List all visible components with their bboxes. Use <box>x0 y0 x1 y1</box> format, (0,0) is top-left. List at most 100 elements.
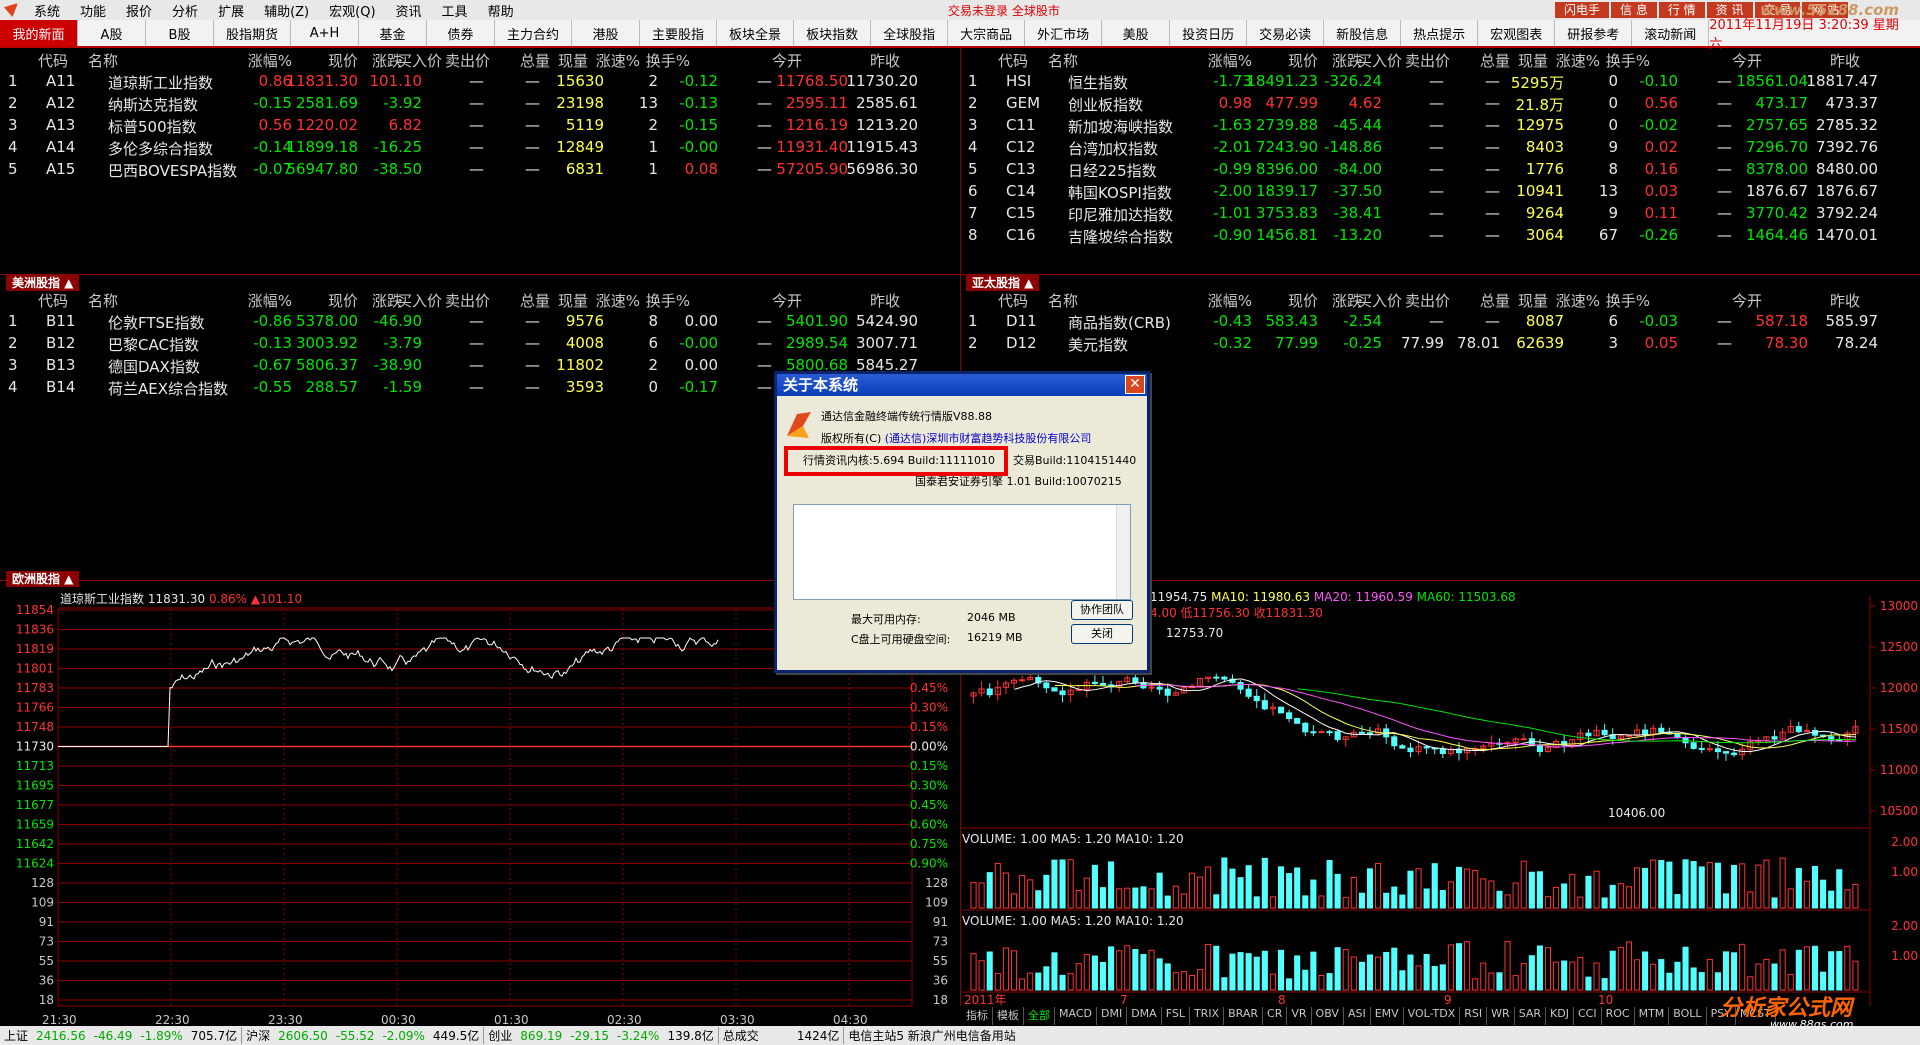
indicator-tab-16[interactable]: WR <box>1487 1007 1515 1025</box>
close-button[interactable]: 关闭 <box>1071 624 1133 644</box>
indicator-tab-9[interactable]: CR <box>1263 1007 1288 1025</box>
tab-21[interactable]: 研报参考 <box>1555 20 1633 46</box>
column-header-1[interactable]: 名称 <box>1048 290 1078 311</box>
column-header-10[interactable]: 换手% <box>1570 290 1650 311</box>
table-row[interactable]: 7 C15 印尼雅加达指数 -1.01 3753.83 -38.41— —9264 9 0.11… <box>960 204 1920 226</box>
menu-item-3[interactable]: 分析 <box>162 1 208 20</box>
server-status[interactable]: 电信主站5 新浪广州电信备用站 <box>844 1027 1019 1044</box>
tool-button-0[interactable]: 闪电手 <box>1555 2 1610 18</box>
tab-12[interactable]: 全球股指 <box>871 20 949 46</box>
tab-17[interactable]: 交易必读 <box>1247 20 1325 46</box>
tool-button-2[interactable]: 行 情 <box>1658 2 1705 18</box>
table-row[interactable]: 2 B12 巴黎CAC指数 -0.13 3003.92 -3.79— —4008 6 -0.00… <box>0 334 960 356</box>
index-name[interactable]: 沪深 <box>242 1027 274 1044</box>
menu-item-2[interactable]: 报价 <box>116 1 162 20</box>
menu-item-0[interactable]: 系统 <box>24 1 70 20</box>
tab-2[interactable]: B股 <box>146 20 214 46</box>
column-header-11[interactable]: 今开 <box>722 50 802 71</box>
column-header-11[interactable]: 今开 <box>1682 50 1762 71</box>
column-header-1[interactable]: 名称 <box>1048 50 1078 71</box>
tab-1[interactable]: A股 <box>78 20 146 46</box>
indicator-tab-19[interactable]: CCI <box>1574 1007 1602 1025</box>
indicator-tab-5[interactable]: DMA <box>1127 1007 1162 1025</box>
menu-item-9[interactable]: 帮助 <box>478 1 524 20</box>
column-header-0[interactable]: 代码 <box>998 50 1028 71</box>
table-row[interactable]: 1 HSI 恒生指数 -1.73 18491.23 -326.24— —5295万 0 -0.1… <box>960 72 1920 94</box>
column-header-12[interactable]: 昨收 <box>820 50 900 71</box>
table-row[interactable]: 8 C16 吉隆坡综合指数 -0.90 1456.81 -13.20— —3064 67 -0.… <box>960 226 1920 248</box>
tool-button-1[interactable]: 信 息 <box>1611 2 1657 18</box>
table-row[interactable]: 5 A15 巴西BOVESPA指数 -0.07 56947.80 -38.50— —6831… <box>0 160 960 182</box>
column-header-0[interactable]: 代码 <box>38 290 68 311</box>
section-america[interactable]: 美洲股指 ▲ <box>6 275 80 291</box>
column-header-12[interactable]: 昨收 <box>820 290 900 311</box>
indicator-tab-7[interactable]: TRIX <box>1190 1007 1225 1025</box>
tab-7[interactable]: 主力合约 <box>495 20 573 46</box>
indicator-tab-2[interactable]: 全部 <box>1024 1007 1055 1025</box>
tab-22[interactable]: 滚动新闻 <box>1632 20 1710 46</box>
tab-10[interactable]: 板块全景 <box>717 20 795 46</box>
menu-item-8[interactable]: 工具 <box>432 1 478 20</box>
table-row[interactable]: 2 GEM 创业板指数 0.98 477.99 4.62— —21.8万 0 0.56—473.… <box>960 94 1920 116</box>
menu-item-4[interactable]: 扩展 <box>208 1 254 20</box>
tab-8[interactable]: 港股 <box>572 20 641 46</box>
tab-13[interactable]: 大宗商品 <box>948 20 1026 46</box>
table-row[interactable]: 5 C13 日经225指数 -0.99 8396.00 -84.00— —1776 8 0.16… <box>960 160 1920 182</box>
indicator-tab-21[interactable]: MTM <box>1635 1007 1670 1025</box>
tab-5[interactable]: 基金 <box>359 20 428 46</box>
indicator-tab-20[interactable]: ROC <box>1602 1007 1635 1025</box>
indicator-tab-14[interactable]: VOL-TDX <box>1404 1007 1461 1025</box>
column-header-0[interactable]: 代码 <box>998 290 1028 311</box>
indicator-tab-17[interactable]: SAR <box>1515 1007 1547 1025</box>
table-row[interactable]: 2 A12 纳斯达克指数 -0.15 2581.69 -3.92— —23198 13 -0.1… <box>0 94 960 116</box>
table-row[interactable]: 1 B11 伦敦FTSE指数 -0.86 5378.00 -46.90— —9576 8 0.0… <box>0 312 960 334</box>
section-asia[interactable]: 亚太股指 ▲ <box>966 275 1040 291</box>
indicator-tab-6[interactable]: FSL <box>1162 1007 1190 1025</box>
tab-18[interactable]: 新股信息 <box>1324 20 1402 46</box>
tab-16[interactable]: 投资日历 <box>1170 20 1248 46</box>
tab-15[interactable]: 美股 <box>1102 20 1171 46</box>
column-header-10[interactable]: 换手% <box>610 50 690 71</box>
tab-19[interactable]: 热点提示 <box>1401 20 1479 46</box>
memo-scrollbar[interactable] <box>1116 505 1130 599</box>
indicator-tab-12[interactable]: ASI <box>1344 1007 1371 1025</box>
indicator-tab-13[interactable]: EMV <box>1371 1007 1404 1025</box>
indicator-tab-0[interactable]: 指标 <box>962 1007 993 1025</box>
indicator-tab-18[interactable]: KDJ <box>1546 1007 1574 1025</box>
table-row[interactable]: 4 C12 台湾加权指数 -2.01 7243.90 -148.86— —8403 9 0.02… <box>960 138 1920 160</box>
tab-6[interactable]: 债券 <box>427 20 496 46</box>
menu-item-7[interactable]: 资讯 <box>386 1 432 20</box>
column-header-0[interactable]: 代码 <box>38 50 68 71</box>
dialog-company-link[interactable]: (通达信)深圳市财富趋势科技股份有限公司 <box>885 432 1092 445</box>
indicator-tab-4[interactable]: DMI <box>1097 1007 1128 1025</box>
tab-9[interactable]: 主要股指 <box>640 20 718 46</box>
indicator-tab-1[interactable]: 模板 <box>993 1007 1024 1025</box>
indicator-tab-10[interactable]: VR <box>1287 1007 1312 1025</box>
dialog-memo[interactable] <box>793 504 1131 600</box>
table-row[interactable]: 1 A11 道琼斯工业指数 0.86 11831.30 101.10— —15630 2 -0.… <box>0 72 960 94</box>
menu-item-6[interactable]: 宏观(Q) <box>319 1 385 20</box>
table-row[interactable]: 2 D12 美元指数 -0.32 77.99 -0.25 77.99 78.01 62639 3 0… <box>960 334 1920 356</box>
table-row[interactable]: 4 A14 多伦多综合指数 -0.14 11899.18 -16.25— —12849 1 -0… <box>0 138 960 160</box>
tab-0[interactable]: 我的新面 <box>0 20 78 46</box>
column-header-10[interactable]: 换手% <box>1570 50 1650 71</box>
table-row[interactable]: 6 C14 韩国KOSPI指数 -2.00 1839.17 -37.50— —10941 13… <box>960 182 1920 204</box>
tab-11[interactable]: 板块指数 <box>794 20 872 46</box>
column-header-12[interactable]: 昨收 <box>1780 290 1860 311</box>
section-europe[interactable]: 欧洲股指 ▲ <box>6 571 80 587</box>
column-header-12[interactable]: 昨收 <box>1780 50 1860 71</box>
column-header-11[interactable]: 今开 <box>1682 290 1762 311</box>
column-header-11[interactable]: 今开 <box>722 290 802 311</box>
menu-item-1[interactable]: 功能 <box>70 1 116 20</box>
indicator-tab-11[interactable]: OBV <box>1312 1007 1344 1025</box>
tab-20[interactable]: 宏观图表 <box>1478 20 1556 46</box>
tab-14[interactable]: 外汇市场 <box>1025 20 1103 46</box>
column-header-10[interactable]: 换手% <box>610 290 690 311</box>
column-header-1[interactable]: 名称 <box>88 50 118 71</box>
index-name[interactable]: 上证 <box>0 1027 32 1044</box>
close-icon[interactable]: ✕ <box>1125 375 1145 394</box>
indicator-tab-15[interactable]: RSI <box>1460 1007 1488 1025</box>
table-row[interactable]: 1 D11 商品指数(CRB) -0.43 583.43 -2.54— —8087 6 -0.0… <box>960 312 1920 334</box>
table-row[interactable]: 3 A13 标普500指数 0.56 1220.02 6.82— —5119 2 -0.15—1… <box>0 116 960 138</box>
tab-4[interactable]: A+H <box>291 20 360 46</box>
